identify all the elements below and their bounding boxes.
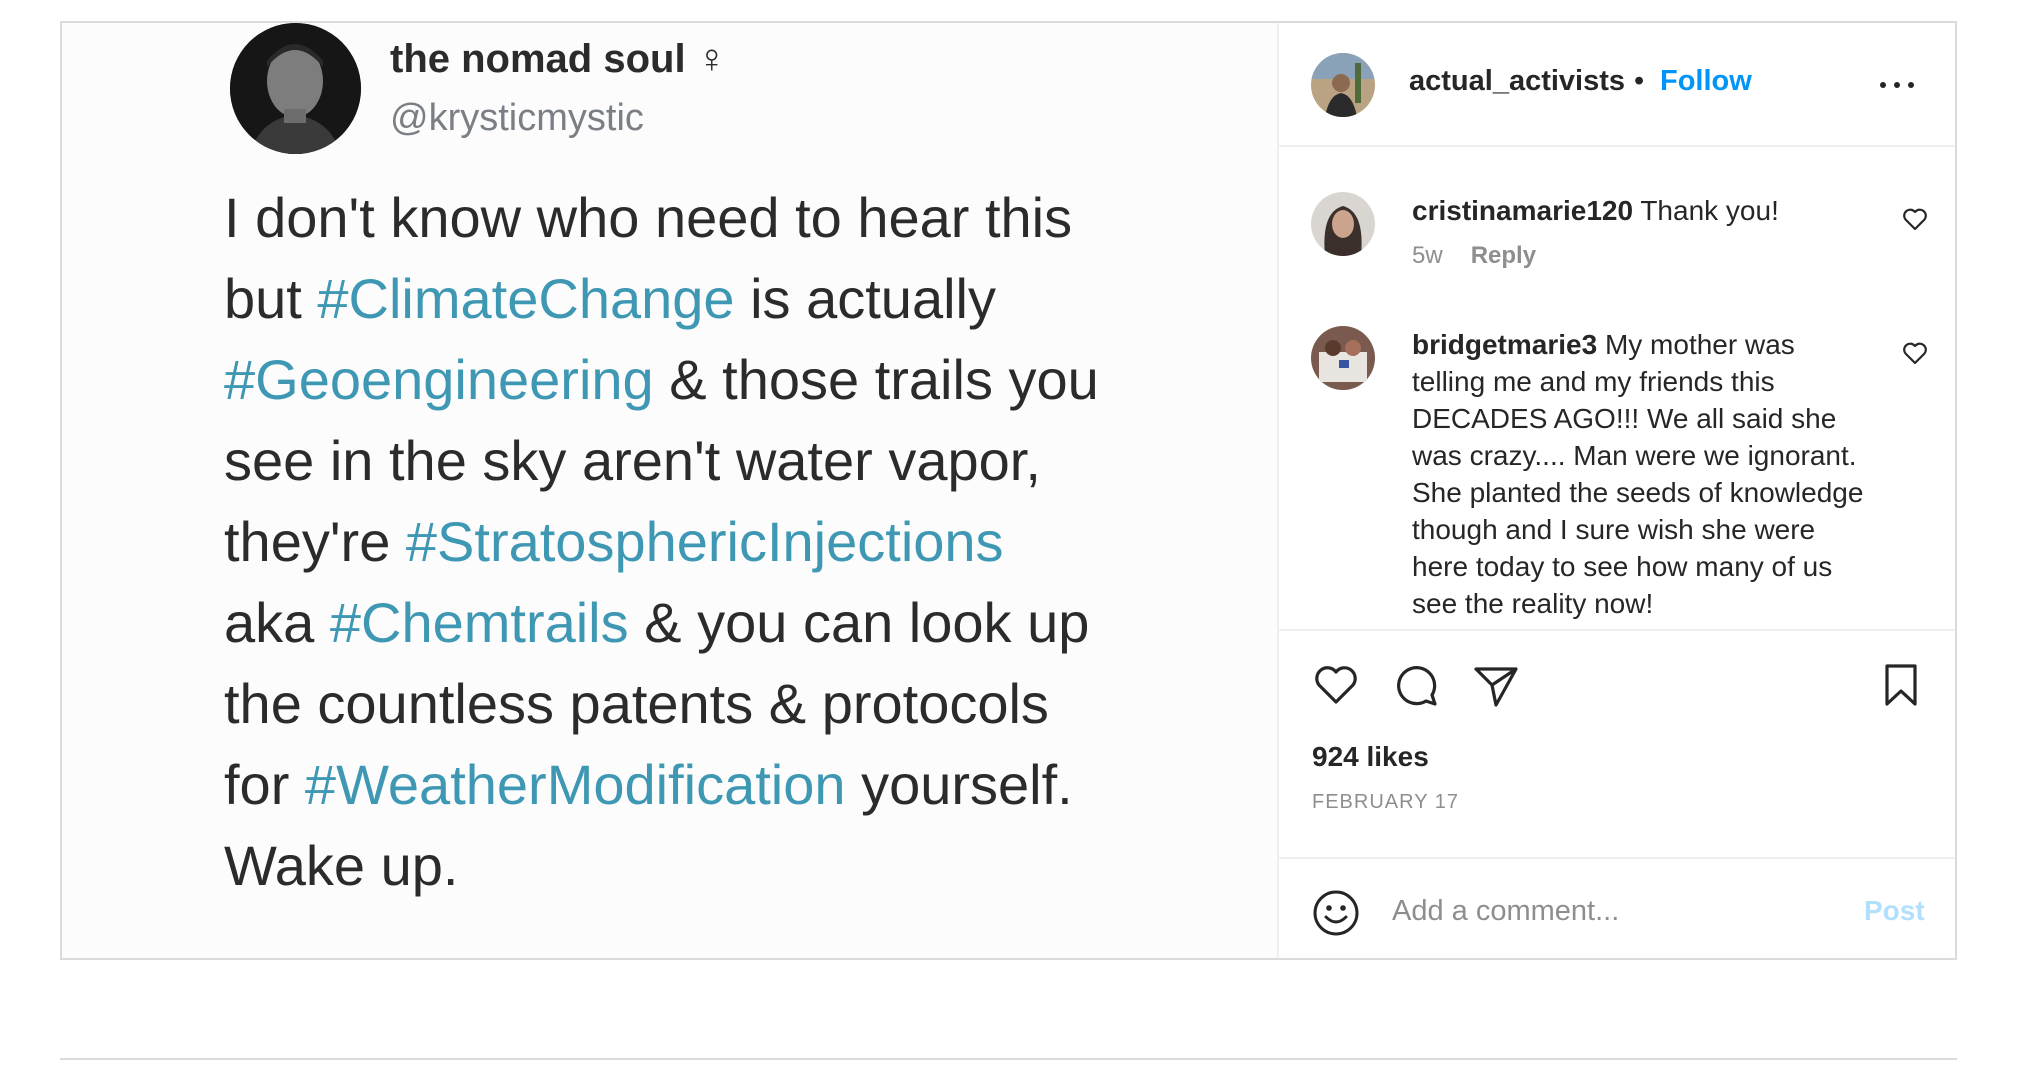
tweet-line: Wake up. — [224, 825, 1244, 906]
comment-username[interactable]: bridgetmarie3 — [1412, 329, 1597, 360]
post-sidebar: actual_activists • Follow cristinamarie1… — [1277, 23, 1955, 958]
tweet-text-segment: but — [224, 267, 318, 330]
comment-text: cristinamarie120 Thank you! — [1412, 192, 1874, 229]
comment-input[interactable] — [1392, 889, 1822, 933]
post-comment-button[interactable]: Post — [1864, 895, 1925, 927]
tweet-hashtag: #WeatherModification — [304, 753, 846, 816]
emoji-icon[interactable] — [1312, 889, 1360, 937]
tweet-author-name: the nomad soul ♀ — [390, 37, 727, 81]
comment-text: bridgetmarie3 My mother was telling me a… — [1412, 326, 1874, 622]
tweet-text-segment: they're — [224, 510, 406, 573]
commenter-avatar[interactable] — [1311, 326, 1375, 390]
tweet-line: but #ClimateChange is actually — [224, 258, 1244, 339]
add-comment-bar: Post — [1279, 857, 1955, 958]
post-image[interactable]: the nomad soul ♀ @krysticmystic I don't … — [62, 23, 1277, 958]
tweet-text-segment: I don't know who need to hear this — [224, 186, 1073, 249]
tweet-text-segment: Wake up. — [224, 834, 459, 897]
tweet-line: the countless patents & protocols — [224, 663, 1244, 744]
action-bar: 924 likes FEBRUARY 17 — [1279, 629, 1955, 857]
follow-button[interactable]: Follow — [1660, 65, 1752, 98]
comment-body: My mother was telling me and my friends … — [1412, 329, 1864, 619]
tweet-text: I don't know who need to hear this but #C… — [224, 177, 1244, 906]
tweet-line: see in the sky aren't water vapor, — [224, 420, 1244, 501]
tweet-line: aka #Chemtrails & you can look up — [224, 582, 1244, 663]
tweet-hashtag: #Chemtrails — [329, 591, 629, 654]
tweet-text-segment: & you can look up — [628, 591, 1090, 654]
tweet-line: I don't know who need to hear this — [224, 177, 1244, 258]
tweet-line: they're #StratosphericInjections — [224, 501, 1244, 582]
heart-icon[interactable] — [1312, 661, 1360, 709]
tweet-text-segment: see in the sky aren't water vapor, — [224, 429, 1041, 492]
tweet-text-segment: the countless patents & protocols — [224, 672, 1049, 735]
tweet-text-segment: & those trails you — [653, 348, 1099, 411]
tweet-text-segment: for — [224, 753, 305, 816]
tweet-line: #Geoengineering & those trails you — [224, 339, 1244, 420]
tweet-text-segment: yourself. — [845, 753, 1073, 816]
comment-icon[interactable] — [1392, 661, 1440, 709]
tweet-author-handle: @krysticmystic — [390, 97, 644, 139]
heart-icon[interactable] — [1902, 341, 1928, 365]
comment-age: 5w — [1412, 242, 1443, 269]
comments-list[interactable]: cristinamarie120 Thank you! 5w Reply bri… — [1279, 147, 1955, 629]
bookmark-icon[interactable] — [1877, 661, 1925, 709]
commenter-avatar[interactable] — [1311, 192, 1375, 256]
tweet-hashtag: #StratosphericInjections — [405, 510, 1004, 573]
tweet-text-segment: is actually — [734, 267, 996, 330]
reply-button[interactable]: Reply — [1471, 242, 1536, 269]
comment-username[interactable]: cristinamarie120 — [1412, 195, 1633, 226]
comment-meta: 5w Reply — [1412, 242, 1536, 270]
tweet-hashtag: #ClimateChange — [317, 267, 735, 330]
tweet-line: for #WeatherModification yourself. — [224, 744, 1244, 825]
heart-icon[interactable] — [1902, 207, 1928, 231]
post-header: actual_activists • Follow — [1279, 23, 1955, 147]
share-icon[interactable] — [1472, 661, 1520, 709]
post-date[interactable]: FEBRUARY 17 — [1312, 791, 1459, 814]
section-divider — [60, 1058, 1957, 1060]
comment-body: Thank you! — [1640, 195, 1779, 226]
post-card: the nomad soul ♀ @krysticmystic I don't … — [60, 21, 1957, 960]
more-options-icon[interactable] — [1880, 79, 1916, 91]
tweet-hashtag: #Geoengineering — [224, 348, 654, 411]
tweet-text-segment: aka — [224, 591, 330, 654]
author-avatar[interactable] — [1311, 53, 1375, 117]
header-separator: • — [1634, 65, 1645, 97]
likes-count[interactable]: 924 likes — [1312, 741, 1429, 773]
author-username[interactable]: actual_activists — [1409, 65, 1625, 98]
tweet-author-avatar — [230, 23, 361, 154]
